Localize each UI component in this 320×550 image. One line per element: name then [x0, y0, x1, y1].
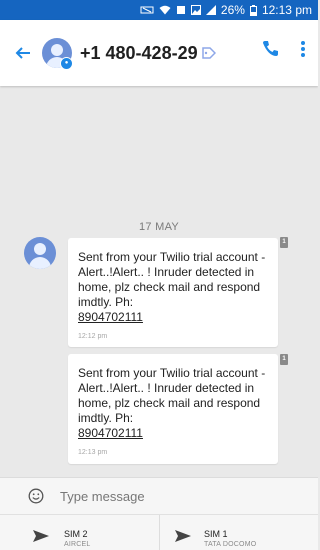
mute-icon: [140, 5, 154, 15]
message-text: Sent from your Twilio trial account - Al…: [78, 366, 266, 425]
compose-bar: [0, 477, 318, 514]
message-phone-link[interactable]: 8904702111: [78, 310, 268, 325]
carrier-label: AIRCEL: [64, 541, 91, 548]
message-input[interactable]: [60, 488, 280, 504]
sim-indicator-icon: 1: [280, 237, 288, 248]
tag-icon[interactable]: [201, 47, 216, 59]
sim-label: SIM 1: [204, 529, 228, 539]
battery-icon: [249, 4, 257, 16]
arrow-left-icon: [15, 47, 30, 59]
contact-number[interactable]: +1 480-428-29: [80, 43, 198, 64]
more-vert-icon: [301, 41, 305, 57]
send-icon: [174, 529, 192, 543]
message-phone-link[interactable]: 8904702111: [78, 426, 268, 441]
status-bar: 26% 12:13 pm: [0, 0, 318, 20]
message-time: 12:12 pm: [78, 333, 108, 340]
sender-avatar[interactable]: [24, 237, 56, 269]
carrier-label: TATA DOCOMO: [204, 541, 257, 548]
send-sim2-button[interactable]: SIM 2 AIRCEL: [0, 515, 159, 550]
back-button[interactable]: [6, 20, 40, 86]
sim-label: SIM 2: [64, 529, 88, 539]
send-bar: SIM 2 AIRCEL SIM 1 TATA DOCOMO: [0, 514, 318, 550]
message-time: 12:13 pm: [78, 449, 108, 456]
notification-icon: [176, 5, 186, 15]
message-bubble[interactable]: Sent from your Twilio trial account - Al…: [68, 354, 278, 464]
more-options-button[interactable]: [300, 38, 306, 66]
sim-badge-icon: ●: [60, 57, 73, 70]
smiley-icon: [28, 488, 44, 504]
contact-avatar-wrap[interactable]: ●: [40, 38, 73, 70]
message-bubble[interactable]: Sent from your Twilio trial account - Al…: [68, 238, 278, 347]
clock: 12:13 pm: [261, 3, 312, 17]
send-icon: [32, 529, 50, 543]
wifi-icon: [159, 5, 171, 15]
app-bar: ● +1 480-428-29: [0, 20, 318, 86]
emoji-button[interactable]: [28, 488, 44, 504]
call-button[interactable]: [262, 40, 279, 57]
signal-icon: [205, 5, 216, 15]
messaging-screen: 26% 12:13 pm ● +1 480-428-29 17 MAY Sent…: [0, 0, 318, 550]
send-sim1-button[interactable]: SIM 1 TATA DOCOMO: [159, 515, 318, 550]
phone-icon: [263, 41, 278, 56]
battery-percent: 26%: [220, 3, 245, 17]
message-text: Sent from your Twilio trial account - Al…: [78, 250, 266, 309]
image-icon: [190, 5, 201, 15]
sim-indicator-icon: 1: [280, 354, 288, 365]
date-separator: 17 MAY: [138, 221, 180, 233]
